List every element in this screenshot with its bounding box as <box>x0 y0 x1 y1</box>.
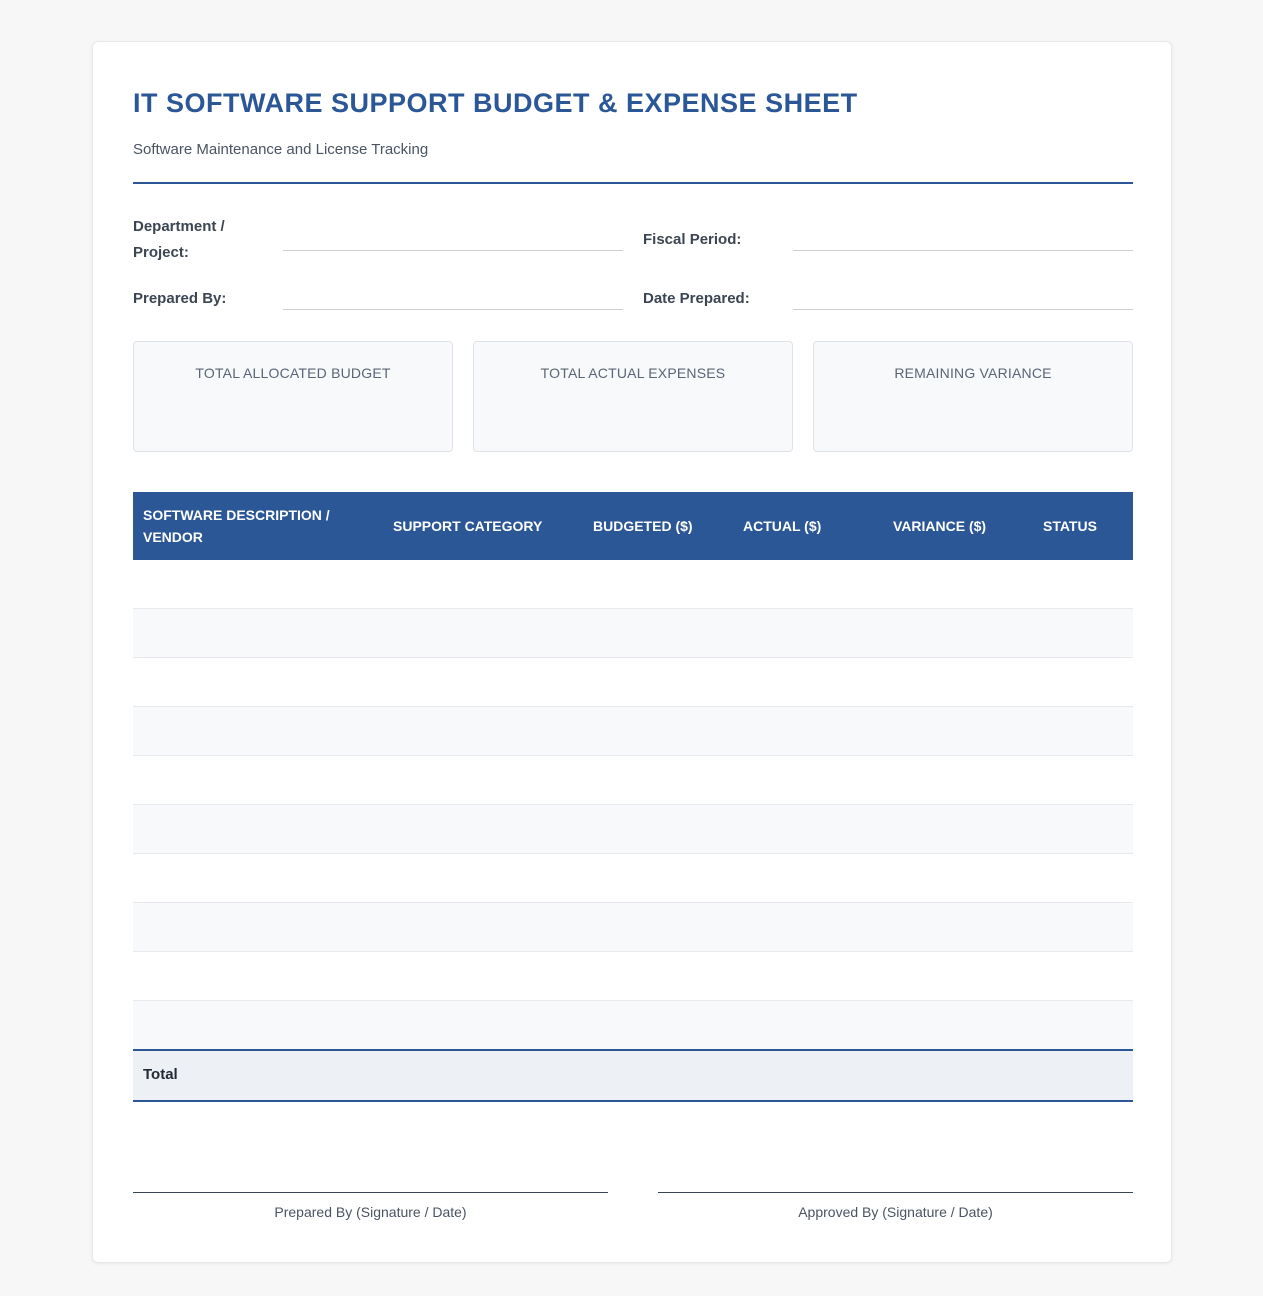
total-actual-expenses-box: TOTAL ACTUAL EXPENSES <box>473 341 793 452</box>
header-divider <box>133 182 1133 184</box>
page-title: IT SOFTWARE SUPPORT BUDGET & EXPENSE SHE… <box>133 88 858 118</box>
column-header-status: STATUS <box>1043 518 1097 534</box>
approved-signature-label: Approved By (Signature / Date) <box>798 1204 993 1220</box>
total-actual-expenses-label: TOTAL ACTUAL EXPENSES <box>540 365 726 381</box>
table-row[interactable] <box>133 560 1133 609</box>
column-header-actual: ACTUAL ($) <box>743 518 822 534</box>
total-allocated-budget-label: TOTAL ALLOCATED BUDGET <box>195 365 391 381</box>
remaining-variance-label: REMAINING VARIANCE <box>894 365 1052 381</box>
remaining-variance-box: REMAINING VARIANCE <box>813 341 1133 452</box>
approved-signature-line[interactable] <box>658 1192 1133 1193</box>
total-row: Total <box>133 1049 1133 1102</box>
date-prepared-field[interactable] <box>793 309 1133 310</box>
column-header-description-line2: VENDOR <box>143 529 203 545</box>
total-allocated-budget-box: TOTAL ALLOCATED BUDGET <box>133 341 453 452</box>
department-project-label: Department / Project: <box>133 214 225 266</box>
column-header-description: SOFTWARE DESCRIPTION / VENDOR <box>143 504 330 548</box>
budget-sheet-card: IT SOFTWARE SUPPORT BUDGET & EXPENSE SHE… <box>92 41 1172 1263</box>
table-row[interactable] <box>133 756 1133 805</box>
total-label: Total <box>143 1066 178 1083</box>
prepared-by-label: Prepared By: <box>133 290 227 307</box>
table-row[interactable] <box>133 903 1133 952</box>
table-row[interactable] <box>133 609 1133 658</box>
column-header-support-category: SUPPORT CATEGORY <box>393 518 543 534</box>
column-header-budgeted: BUDGETED ($) <box>593 518 693 534</box>
table-row[interactable] <box>133 805 1133 854</box>
table-row[interactable] <box>133 952 1133 1001</box>
department-label-line1: Department / <box>133 218 225 235</box>
table-row[interactable] <box>133 707 1133 756</box>
fiscal-period-field[interactable] <box>793 250 1133 251</box>
department-label-line2: Project: <box>133 244 189 261</box>
date-prepared-label: Date Prepared: <box>643 290 750 307</box>
department-project-field[interactable] <box>283 250 623 251</box>
expense-table-header: SOFTWARE DESCRIPTION / VENDOR SUPPORT CA… <box>133 492 1133 560</box>
table-row[interactable] <box>133 854 1133 903</box>
prepared-signature-line[interactable] <box>133 1192 608 1193</box>
table-row[interactable] <box>133 1001 1133 1050</box>
page-subtitle: Software Maintenance and License Trackin… <box>133 141 429 158</box>
prepared-signature-label: Prepared By (Signature / Date) <box>274 1204 467 1220</box>
column-header-description-line1: SOFTWARE DESCRIPTION / <box>143 507 330 523</box>
fiscal-period-label: Fiscal Period: <box>643 231 742 248</box>
table-row[interactable] <box>133 658 1133 707</box>
prepared-by-field[interactable] <box>283 309 623 310</box>
column-header-variance: VARIANCE ($) <box>893 518 987 534</box>
